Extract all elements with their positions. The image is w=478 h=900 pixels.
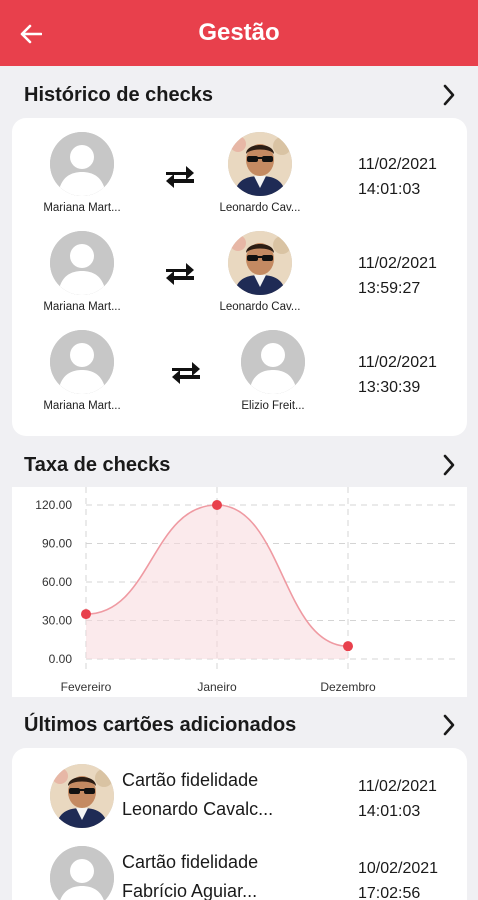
check-date: 11/02/2021 <box>358 255 437 272</box>
ultimos-section-title: Últimos cartões adicionados <box>24 714 297 736</box>
cartao-info: Cartão fidelidade Leonardo Cavalc... <box>122 766 273 824</box>
ultimos-card: Cartão fidelidade Leonardo Cavalc... 11/… <box>12 748 467 900</box>
cartao-row[interactable]: Cartão fidelidade Fabrício Aguiar... 10/… <box>12 836 467 900</box>
avatar-photo <box>50 764 114 828</box>
cartao-datetime: 10/02/2021 17:02:56 <box>358 856 438 900</box>
swap-arrows-icon <box>162 259 198 289</box>
check-time: 14:01:03 <box>358 181 421 198</box>
x-tick-label: Dezembro <box>320 680 376 694</box>
y-tick-label: 120.00 <box>35 498 72 512</box>
cartao-row[interactable]: Cartão fidelidade Leonardo Cavalc... 11/… <box>12 754 467 840</box>
to-user-name: Leonardo Cav... <box>219 301 301 313</box>
cartao-time: 14:01:03 <box>358 803 421 820</box>
check-datetime: 11/02/2021 14:01:03 <box>358 152 437 202</box>
check-row[interactable]: Mariana Mart... Elizio Freit... 11/02/20… <box>12 320 467 416</box>
page-title: Gestão <box>198 19 280 46</box>
taxa-chart: 120.00 90.00 60.00 30.00 0.00 Fevereiro Janeir… <box>12 487 467 697</box>
from-user-name: Mariana Mart... <box>43 400 121 412</box>
historico-section-title: Histórico de checks <box>24 84 213 106</box>
y-tick-label: 90.00 <box>42 537 72 551</box>
check-datetime: 11/02/2021 13:59:27 <box>358 251 437 301</box>
x-tick-label: Janeiro <box>197 680 237 694</box>
to-user-name: Leonardo Cav... <box>219 202 301 214</box>
avatar-photo <box>228 132 292 196</box>
taxa-section-title: Taxa de checks <box>24 454 171 476</box>
data-point <box>81 609 91 620</box>
swap-arrows-icon <box>162 162 198 192</box>
y-tick-label: 0.00 <box>49 652 73 666</box>
from-user-name: Mariana Mart... <box>43 202 121 214</box>
data-point <box>343 641 353 652</box>
cartao-date: 11/02/2021 <box>358 778 437 795</box>
avatar-photo <box>228 231 292 295</box>
app-bar: Gestão <box>0 0 478 66</box>
to-user-name: Elizio Freit... <box>241 400 305 412</box>
cartao-type: Cartão fidelidade <box>122 852 259 872</box>
cartao-time: 17:02:56 <box>358 885 421 900</box>
check-row[interactable]: Mariana Mart... Leonardo Cav... 11/02/20… <box>12 122 467 218</box>
avatar-placeholder <box>50 846 114 900</box>
line-chart: 120.00 90.00 60.00 30.00 0.00 Fevereiro Janeir… <box>35 487 457 694</box>
y-tick-label: 60.00 <box>42 575 72 589</box>
avatar-placeholder <box>50 231 114 295</box>
cartao-info: Cartão fidelidade Fabrício Aguiar... <box>122 848 258 900</box>
check-date: 11/02/2021 <box>358 354 437 371</box>
check-row[interactable]: Mariana Mart... Leonardo Cav... 11/02/20… <box>12 221 467 317</box>
check-time: 13:59:27 <box>358 280 421 297</box>
avatar-placeholder <box>50 132 114 196</box>
swap-arrows-icon <box>168 358 204 388</box>
check-time: 13:30:39 <box>358 379 421 396</box>
y-tick-label: 30.00 <box>42 614 72 628</box>
chevron-right-icon[interactable] <box>438 712 460 738</box>
historico-card: Mariana Mart... Leonardo Cav... 11/02/20… <box>12 118 467 436</box>
from-user-name: Mariana Mart... <box>43 301 121 313</box>
avatar-placeholder <box>241 330 305 394</box>
cartao-type: Cartão fidelidade <box>122 770 259 790</box>
cartao-date: 10/02/2021 <box>358 860 439 877</box>
arrow-left-icon[interactable] <box>14 17 48 51</box>
chevron-right-icon[interactable] <box>438 452 460 478</box>
avatar-placeholder <box>50 330 114 394</box>
cartao-owner: Leonardo Cavalc... <box>122 799 274 819</box>
chevron-right-icon[interactable] <box>438 82 460 108</box>
check-date: 11/02/2021 <box>358 156 437 173</box>
check-datetime: 11/02/2021 13:30:39 <box>358 350 437 400</box>
data-point <box>212 500 222 510</box>
cartao-datetime: 11/02/2021 14:01:03 <box>358 774 437 824</box>
cartao-owner: Fabrício Aguiar... <box>122 881 258 900</box>
x-tick-label: Fevereiro <box>61 680 112 694</box>
